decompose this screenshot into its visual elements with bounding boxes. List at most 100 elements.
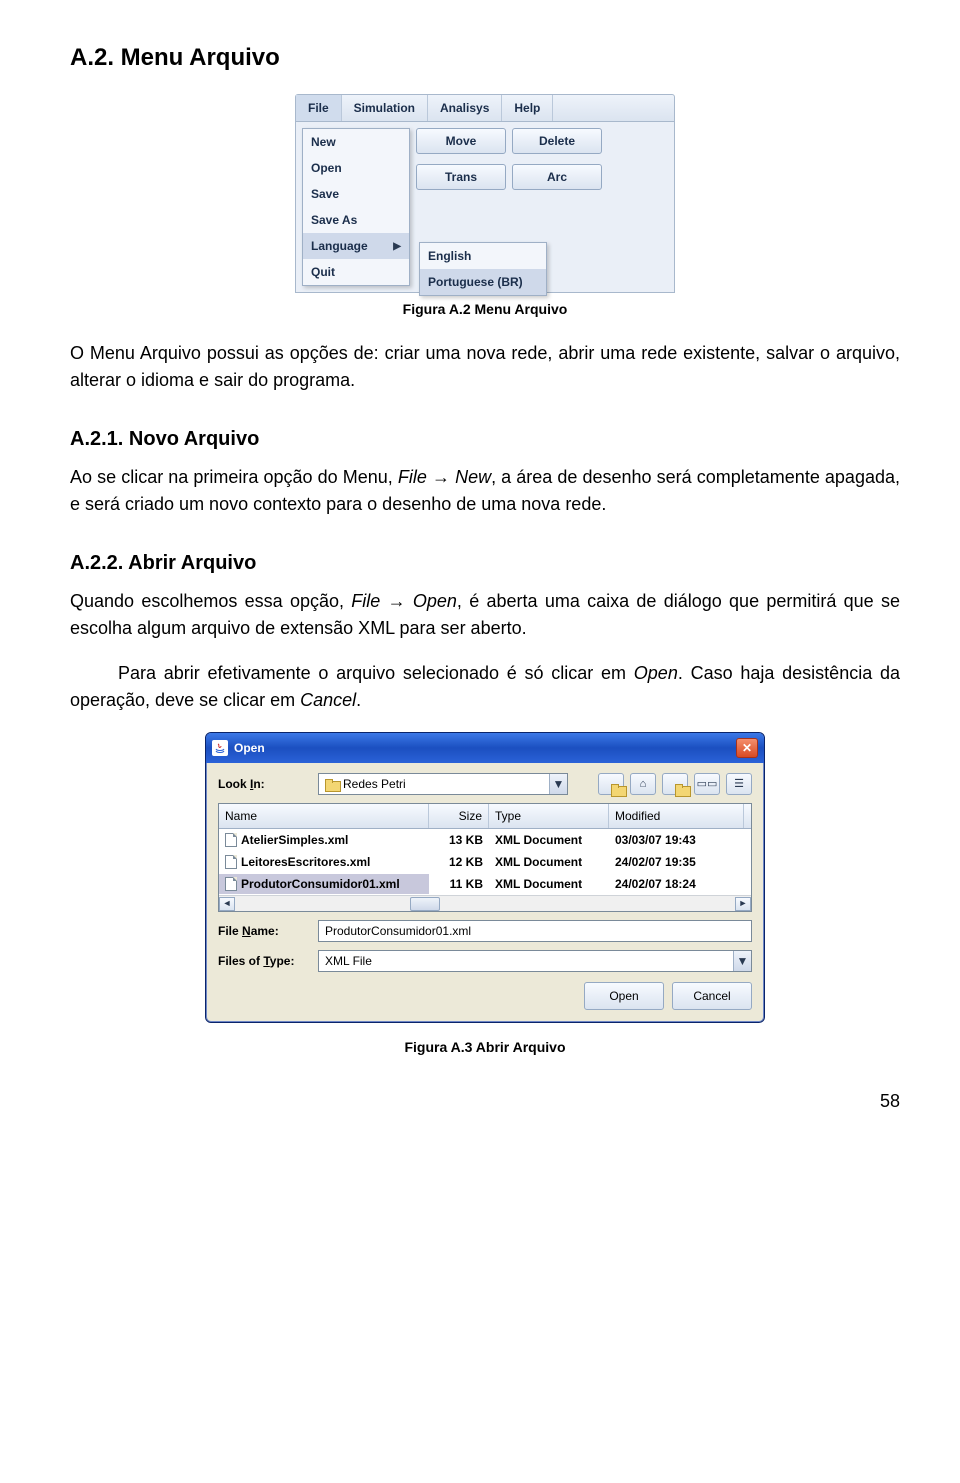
file-modified: 24/02/07 18:24 [609, 874, 744, 894]
file-size: 13 KB [429, 830, 489, 850]
p4-cancel: Cancel [300, 690, 356, 710]
figure-a2: File Simulation Analisys Help New Open S… [70, 94, 900, 293]
file-size: 11 KB [429, 874, 489, 894]
file-name: AtelierSimples.xml [241, 831, 348, 849]
scroll-right-icon[interactable]: ► [735, 897, 751, 911]
delete-button[interactable]: Delete [512, 128, 602, 154]
file-icon [225, 833, 237, 847]
file-type: XML Document [489, 874, 609, 894]
home-icon: ⌂ [640, 776, 647, 793]
section-heading-a21: A.2.1. Novo Arquivo [70, 424, 900, 454]
file-list-header: Name Size Type Modified [219, 804, 751, 829]
file-icon [225, 855, 237, 869]
up-folder-button[interactable] [598, 773, 624, 795]
submenu-arrow-icon: ▶ [393, 239, 401, 254]
file-quit[interactable]: Quit [303, 259, 409, 285]
paragraph-a22-2: Para abrir efetivamente o arquivo seleci… [70, 660, 900, 714]
figure-a3-caption: Figura A.3 Abrir Arquivo [70, 1037, 900, 1058]
p2-file: File [398, 467, 427, 487]
scroll-left-icon[interactable]: ◄ [219, 897, 235, 911]
arc-button[interactable]: Arc [512, 164, 602, 190]
figure-a3: Open ✕ Look In: Redes Petri ▼ ⌂ [70, 732, 900, 1031]
look-in-combo[interactable]: Redes Petri ▼ [318, 773, 568, 795]
file-save-as[interactable]: Save As [303, 207, 409, 233]
p4-open: Open [634, 663, 678, 683]
close-button[interactable]: ✕ [736, 738, 758, 758]
files-of-type-label: Files of Type: [218, 952, 310, 970]
horizontal-scrollbar[interactable]: ◄ ► [219, 895, 751, 911]
lang-portuguese[interactable]: Portuguese (BR) [420, 269, 546, 295]
paragraph-a21: Ao se clicar na primeira opção do Menu, … [70, 464, 900, 518]
details-view-button[interactable]: ☰ [726, 773, 752, 795]
section-heading-a2: A.2. Menu Arquivo [70, 40, 900, 76]
titlebar: Open ✕ [206, 733, 764, 763]
file-name: LeitoresEscritores.xml [241, 853, 370, 871]
open-dialog: Open ✕ Look In: Redes Petri ▼ ⌂ [205, 732, 765, 1023]
move-button[interactable]: Move [416, 128, 506, 154]
file-row[interactable]: AtelierSimples.xml 13 KB XML Document 03… [219, 829, 751, 851]
page-number: 58 [70, 1088, 900, 1115]
p2-arrow: → [427, 467, 455, 487]
file-modified: 03/03/07 19:43 [609, 830, 744, 850]
col-modified[interactable]: Modified [609, 804, 744, 828]
p2-new: New [455, 467, 491, 487]
figure-a2-caption: Figura A.2 Menu Arquivo [70, 299, 900, 320]
cancel-button[interactable]: Cancel [672, 982, 752, 1010]
p3-arrow: → [380, 591, 413, 611]
file-save[interactable]: Save [303, 181, 409, 207]
p4-text-1: Para abrir efetivamente o arquivo seleci… [118, 663, 634, 683]
p3-file: File [351, 591, 380, 611]
menu-analisys[interactable]: Analisys [428, 95, 502, 121]
scroll-thumb[interactable] [410, 897, 440, 911]
files-of-type-combo[interactable]: XML File ▼ [318, 950, 752, 972]
menubar: File Simulation Analisys Help [295, 94, 675, 122]
menu-file[interactable]: File [296, 95, 342, 121]
titlebar-text: Open [234, 739, 265, 757]
look-in-value: Redes Petri [343, 775, 406, 793]
look-in-label: Look In: [218, 775, 310, 793]
file-language-label: Language [311, 237, 368, 255]
p3-open: Open [413, 591, 457, 611]
details-view-icon: ☰ [734, 776, 744, 793]
file-dropdown: New Open Save Save As Language ▶ Quit [302, 128, 410, 286]
menu-simulation[interactable]: Simulation [342, 95, 428, 121]
close-icon: ✕ [742, 739, 752, 757]
section-heading-a22: A.2.2. Abrir Arquivo [70, 548, 900, 578]
file-modified: 24/02/07 19:35 [609, 852, 744, 872]
folder-icon [325, 779, 339, 790]
file-name-input-value: ProdutorConsumidor01.xml [325, 922, 471, 940]
chevron-down-icon: ▼ [549, 774, 567, 794]
new-folder-button[interactable] [662, 773, 688, 795]
file-language[interactable]: Language ▶ [303, 233, 409, 259]
files-of-type-value: XML File [325, 952, 372, 970]
file-row[interactable]: ProdutorConsumidor01.xml 11 KB XML Docum… [219, 873, 751, 895]
p2-text-1: Ao se clicar na primeira opção do Menu, [70, 467, 398, 487]
paragraph-a22-1: Quando escolhemos essa opção, File → Ope… [70, 588, 900, 642]
open-button[interactable]: Open [584, 982, 664, 1010]
file-name-label: File Name: [218, 922, 310, 940]
language-submenu: English Portuguese (BR) [419, 242, 547, 296]
java-icon [212, 740, 228, 756]
file-name: ProdutorConsumidor01.xml [241, 875, 400, 893]
file-list: Name Size Type Modified AtelierSimples.x… [218, 803, 752, 912]
file-open[interactable]: Open [303, 155, 409, 181]
col-type[interactable]: Type [489, 804, 609, 828]
lang-english[interactable]: English [420, 243, 546, 269]
paragraph-a2: O Menu Arquivo possui as opções de: cria… [70, 340, 900, 394]
file-row[interactable]: LeitoresEscritores.xml 12 KB XML Documen… [219, 851, 751, 873]
file-type: XML Document [489, 830, 609, 850]
file-type: XML Document [489, 852, 609, 872]
list-view-icon: ▭▭ [697, 776, 718, 793]
file-new[interactable]: New [303, 129, 409, 155]
file-icon [225, 877, 237, 891]
menu-help[interactable]: Help [502, 95, 553, 121]
file-size: 12 KB [429, 852, 489, 872]
p3-text-1: Quando escolhemos essa opção, [70, 591, 351, 611]
list-view-button[interactable]: ▭▭ [694, 773, 720, 795]
trans-button[interactable]: Trans [416, 164, 506, 190]
col-name[interactable]: Name [219, 804, 429, 828]
home-button[interactable]: ⌂ [630, 773, 656, 795]
p4-text-3: . [356, 690, 361, 710]
col-size[interactable]: Size [429, 804, 489, 828]
file-name-input[interactable]: ProdutorConsumidor01.xml [318, 920, 752, 942]
